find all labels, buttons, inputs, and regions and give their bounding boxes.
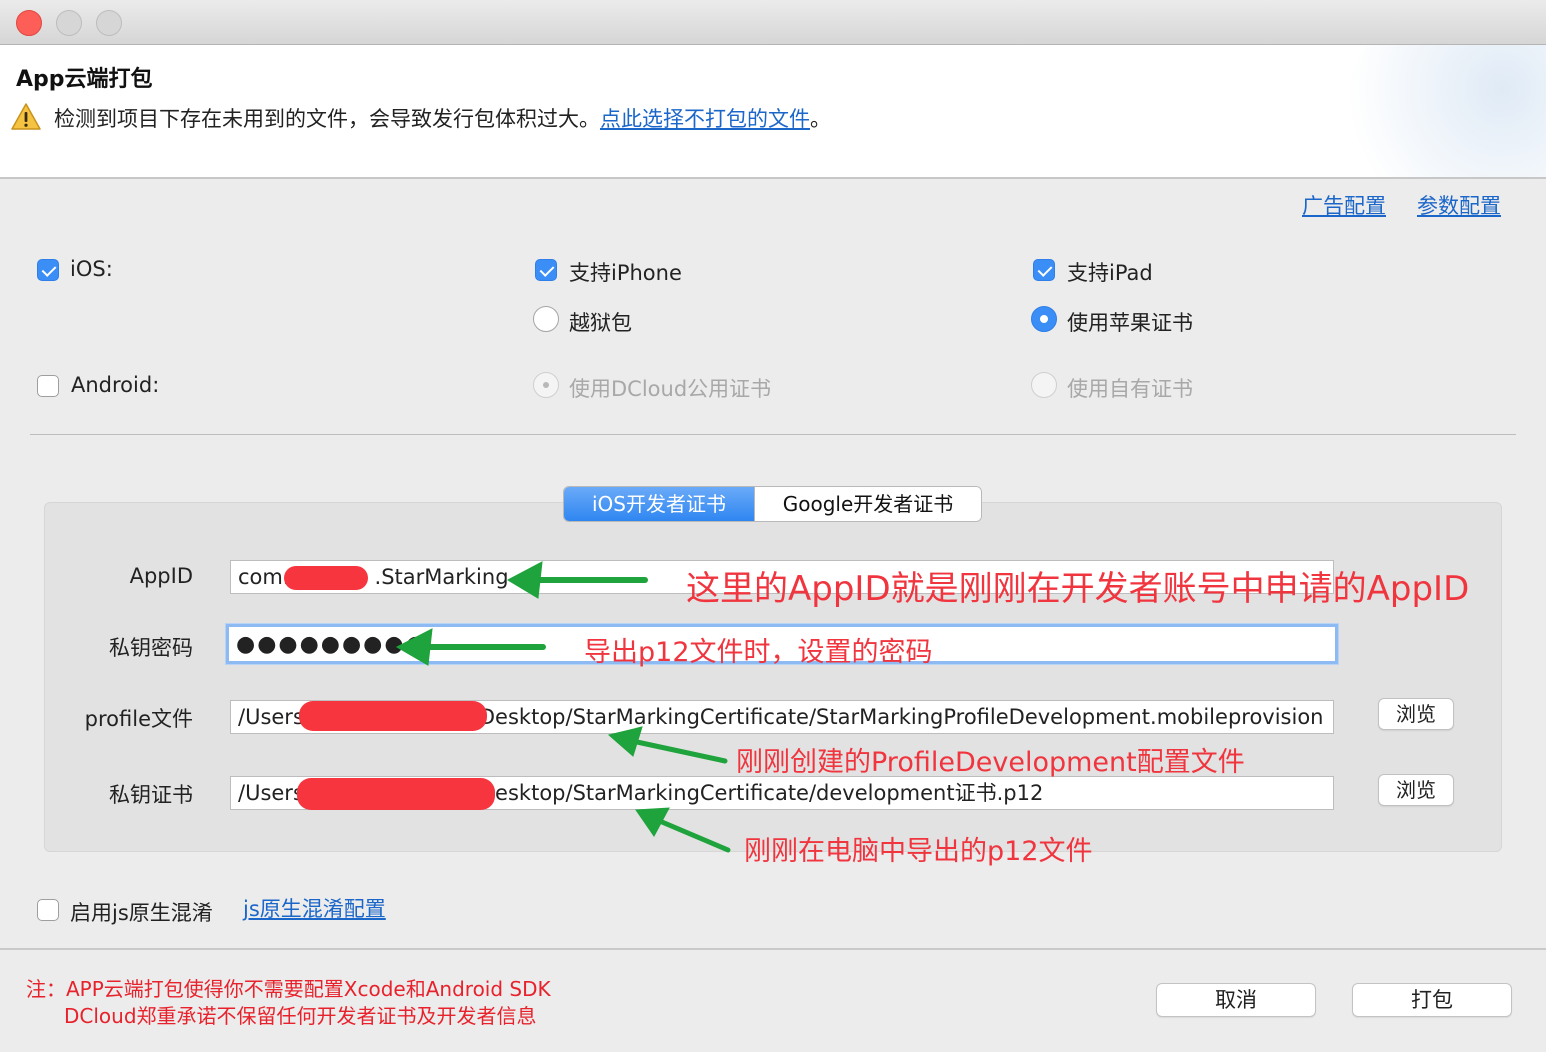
- cert-annotation: 刚刚在电脑中导出的p12文件: [744, 836, 1093, 867]
- cancel-button[interactable]: 取消: [1156, 983, 1316, 1017]
- pack-button[interactable]: 打包: [1352, 983, 1512, 1017]
- profile-arrowhead: [607, 726, 643, 757]
- appid-annotation: 这里的AppID就是刚刚在开发者账号中申请的AppID: [686, 569, 1470, 609]
- password-arrowhead: [395, 628, 433, 666]
- js-obfuscation-config-link[interactable]: js原生混淆配置: [243, 893, 386, 923]
- js-obfuscation-label: 启用js原生混淆: [70, 901, 213, 925]
- profile-arrow: [634, 739, 728, 764]
- cert-arrow: [659, 819, 731, 853]
- password-annotation: 导出p12文件时，设置的密码: [584, 637, 933, 668]
- profile-annotation: 刚刚创建的ProfileDevelopment配置文件: [736, 747, 1245, 778]
- note-line-2: DCloud郑重承诺不保留任何开发者证书及开发者信息: [64, 1004, 537, 1028]
- footer-divider: [0, 948, 1546, 950]
- annotation-arrows: [395, 561, 731, 853]
- appid-arrowhead: [506, 561, 543, 599]
- js-obfuscation-checkbox[interactable]: [37, 899, 59, 921]
- note-line-1: 注：APP云端打包使得你不需要配置Xcode和Android SDK: [26, 977, 551, 1001]
